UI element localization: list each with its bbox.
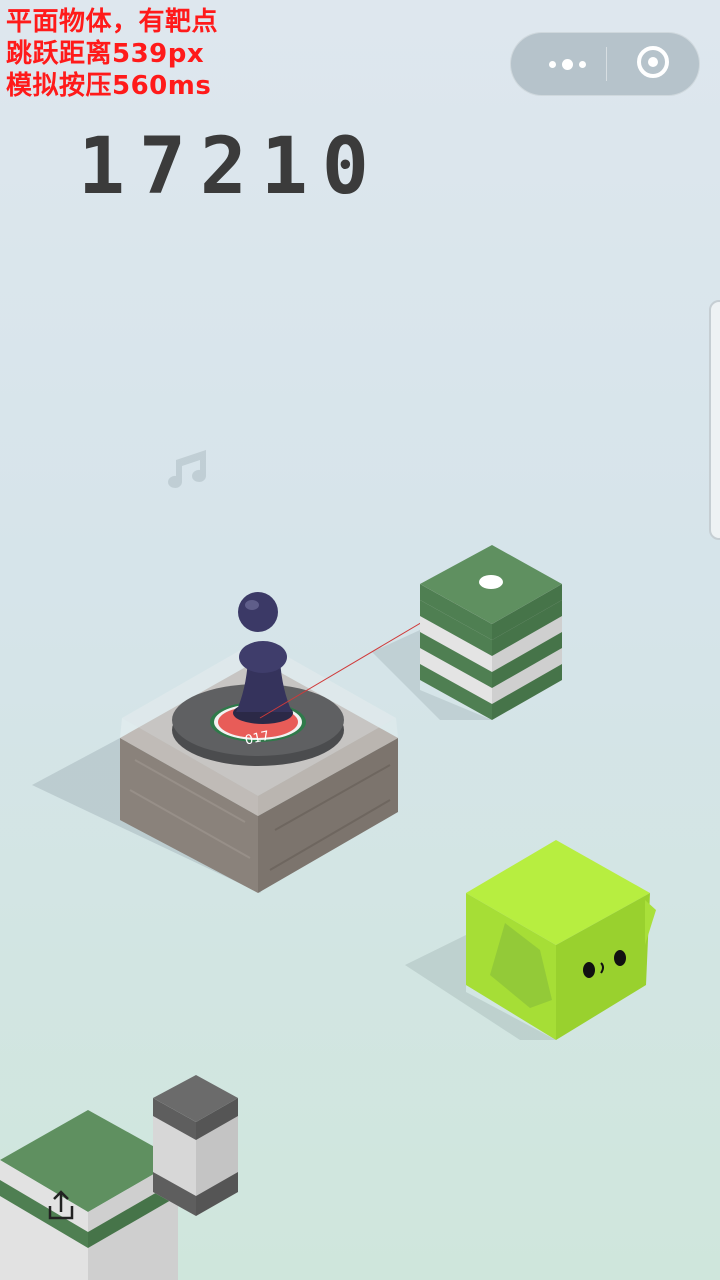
mini-program-capsule [510,32,700,96]
debug-line-distance: 跳跃距离539px [6,39,205,69]
more-dots-icon[interactable] [529,33,605,95]
score-display: 17210 [78,122,383,212]
music-note-icon[interactable] [168,450,206,488]
next-green-block [420,545,562,720]
bottom-green-block [0,1110,178,1280]
side-drawer-handle[interactable] [709,300,720,540]
capsule-close-icon[interactable] [637,46,669,78]
capsule-divider [606,47,607,81]
debug-line-press: 模拟按压560ms [6,71,212,101]
bottom-gray-block [153,1075,238,1216]
debug-line-mode: 平面物体，有靶点 [6,7,219,37]
debug-overlay: 平面物体，有靶点 跳跃距离539px 模拟按压560ms [6,6,218,102]
